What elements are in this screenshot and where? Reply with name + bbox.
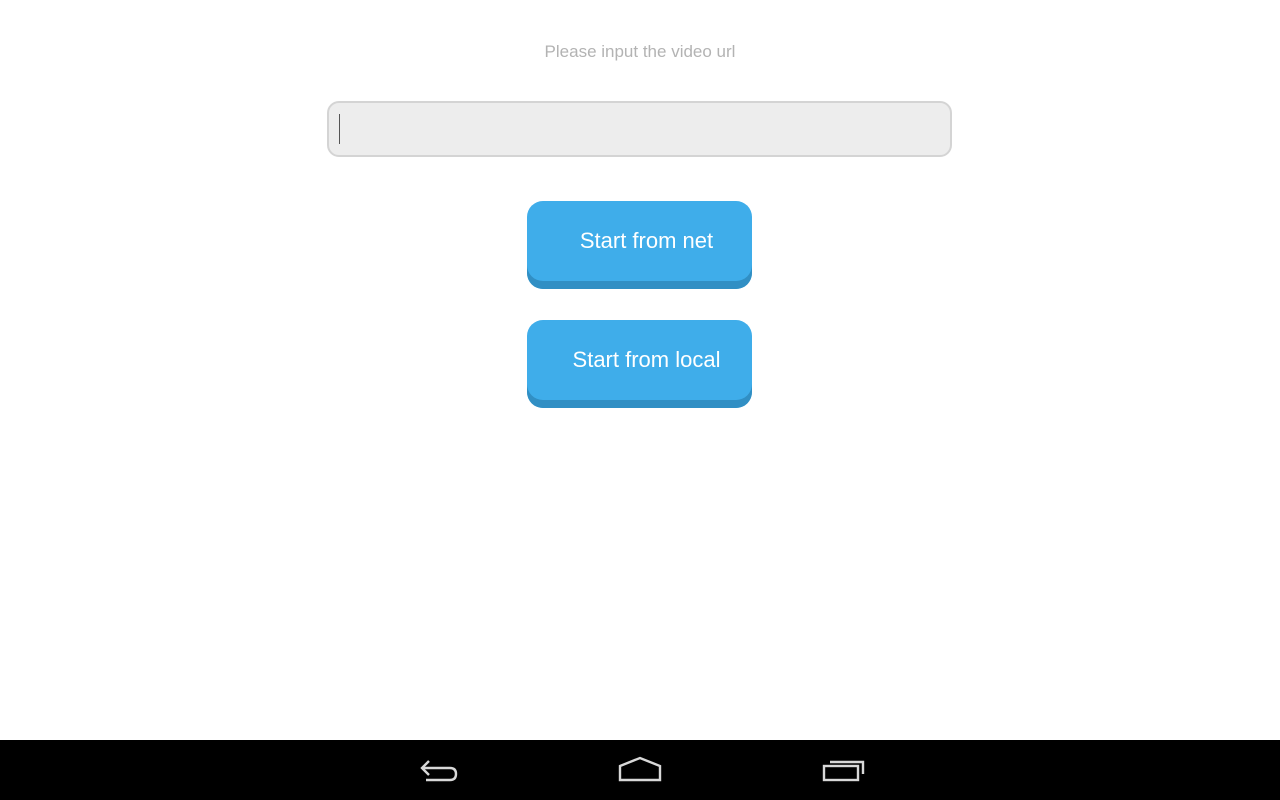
back-button[interactable]: [388, 740, 488, 800]
home-button[interactable]: [590, 740, 690, 800]
recent-apps-icon: [822, 760, 865, 782]
home-icon: [618, 756, 662, 782]
back-icon: [420, 760, 458, 782]
start-from-net-button[interactable]: Start from net: [527, 201, 752, 289]
start-from-local-label: Start from local: [572, 347, 721, 372]
start-from-net-label: Start from net: [579, 228, 714, 253]
system-navigation-bar: [0, 740, 1280, 800]
screen: Please input the video url Start from ne…: [0, 0, 1280, 800]
recent-apps-button[interactable]: [794, 740, 894, 800]
video-url-input[interactable]: [327, 101, 952, 157]
text-cursor: [339, 114, 340, 144]
app-content: Please input the video url Start from ne…: [0, 0, 1280, 740]
url-prompt-label: Please input the video url: [544, 42, 736, 61]
start-from-local-button[interactable]: Start from local: [527, 320, 752, 408]
